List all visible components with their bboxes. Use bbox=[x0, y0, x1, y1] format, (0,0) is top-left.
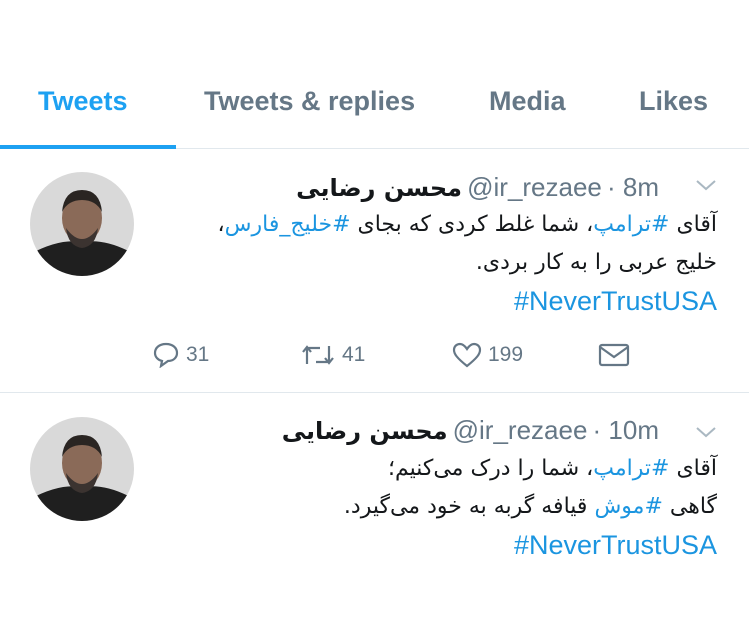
text: ، bbox=[217, 212, 225, 237]
tweet-line: آقای #ترامپ، شما را درک می‌کنیم؛ bbox=[157, 450, 717, 488]
avatar-image bbox=[30, 417, 134, 521]
tab-likes[interactable]: Likes bbox=[639, 86, 708, 117]
chevron-down-icon[interactable] bbox=[695, 178, 717, 192]
reply-button[interactable]: 31 bbox=[152, 338, 209, 372]
timestamp[interactable]: · 8m bbox=[607, 172, 659, 202]
tweet[interactable]: محسن رضایی @ir_rezaee · 10m آقای #ترامپ،… bbox=[0, 393, 749, 644]
tweet-line: گاهی #موش قیافه گربه به خود می‌گیرد. bbox=[157, 488, 717, 526]
profile-tabs: Tweets Tweets & replies Media Likes bbox=[0, 78, 749, 149]
hashtag-link[interactable]: #خلیج_فارس bbox=[225, 212, 351, 237]
retweet-button[interactable]: 41 bbox=[300, 338, 365, 372]
text: گاهی bbox=[662, 494, 717, 519]
tweet-actions: 31 41 199 bbox=[0, 338, 749, 378]
timestamp[interactable]: · 10m bbox=[593, 415, 659, 445]
display-name[interactable]: محسن رضایی bbox=[282, 417, 448, 445]
like-button[interactable]: 199 bbox=[452, 338, 523, 372]
tweet-line: خلیج عربی را به کار بردی. bbox=[475, 250, 717, 275]
envelope-icon bbox=[598, 343, 630, 367]
text: ، شما را درک می‌کنیم؛ bbox=[387, 456, 594, 481]
text: ، شما غلط کردی که بجای bbox=[350, 212, 594, 237]
reply-icon bbox=[153, 342, 179, 368]
text: آقای bbox=[669, 212, 717, 237]
user-handle[interactable]: @ir_rezaee bbox=[453, 415, 588, 445]
retweet-count: 41 bbox=[342, 343, 366, 366]
retweet-icon bbox=[302, 345, 334, 365]
tab-tweets-and-replies[interactable]: Tweets & replies bbox=[204, 86, 415, 117]
display-name[interactable]: محسن رضایی bbox=[296, 174, 462, 202]
tweet[interactable]: محسن رضایی @ir_rezaee · 8m آقای #ترامپ، … bbox=[0, 148, 749, 393]
text: قیافه گربه به خود می‌گیرد. bbox=[343, 494, 595, 519]
tab-media[interactable]: Media bbox=[489, 86, 566, 117]
direct-message-button[interactable] bbox=[598, 338, 636, 372]
hashtag-link[interactable]: #ترامپ bbox=[593, 212, 669, 237]
reply-count: 31 bbox=[186, 343, 210, 366]
tweet-header: محسن رضایی @ir_rezaee · 8m bbox=[296, 172, 659, 203]
heart-icon bbox=[452, 342, 482, 368]
tweet-text: آقای #ترامپ، شما را درک می‌کنیم؛ گاهی #م… bbox=[157, 450, 717, 564]
tweet-header: محسن رضایی @ir_rezaee · 10m bbox=[282, 415, 659, 446]
tweet-line: آقای #ترامپ، شما غلط کردی که بجای #خلیج_… bbox=[157, 206, 717, 244]
avatar[interactable] bbox=[30, 417, 134, 521]
tab-tweets[interactable]: Tweets bbox=[38, 86, 128, 117]
text: آقای bbox=[669, 456, 717, 481]
user-handle[interactable]: @ir_rezaee bbox=[467, 172, 602, 202]
tweet-text: آقای #ترامپ، شما غلط کردی که بجای #خلیج_… bbox=[157, 206, 717, 320]
hashtag-link[interactable]: #موش bbox=[594, 494, 662, 519]
hashtag-link[interactable]: #NeverTrustUSA bbox=[157, 282, 717, 320]
like-count: 199 bbox=[488, 343, 524, 366]
avatar[interactable] bbox=[30, 172, 134, 276]
hashtag-link[interactable]: #NeverTrustUSA bbox=[157, 526, 717, 564]
chevron-down-icon[interactable] bbox=[695, 425, 717, 439]
hashtag-link[interactable]: #ترامپ bbox=[593, 456, 669, 481]
avatar-image bbox=[30, 172, 134, 276]
